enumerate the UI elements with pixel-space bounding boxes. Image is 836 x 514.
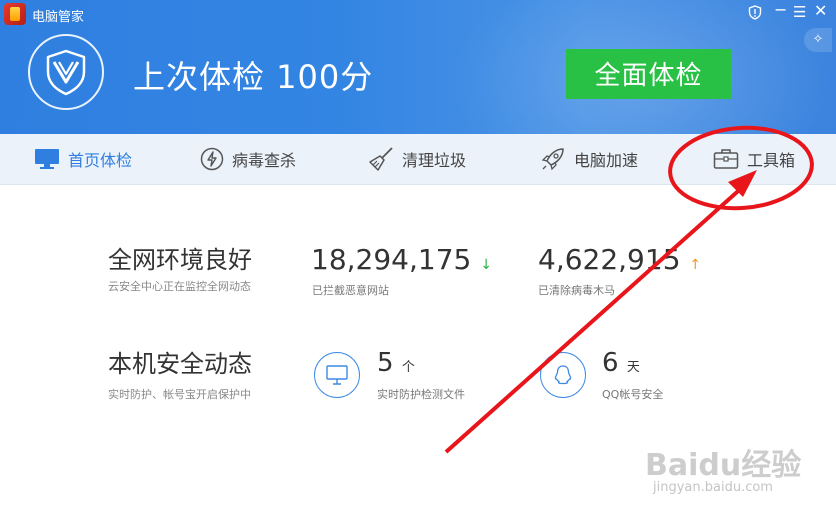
blocked-count-value: 18,294,175 bbox=[311, 243, 472, 276]
shield-logo bbox=[28, 34, 104, 110]
baidu-watermark: Baidu经验 bbox=[645, 448, 802, 483]
sparkle-icon[interactable]: ✧ bbox=[804, 28, 832, 52]
cleaned-virus-label: 已清除病毒木马 bbox=[538, 284, 615, 297]
files-unit: 个 bbox=[401, 360, 415, 375]
annotation-arrow-shaft bbox=[444, 182, 748, 454]
full-scan-button[interactable]: 全面体检 bbox=[566, 49, 731, 99]
qq-days-value: 6 bbox=[602, 348, 619, 378]
arrow-up-icon: ↑ bbox=[689, 257, 702, 273]
monitor-icon bbox=[326, 365, 348, 385]
protected-files-label: 实时防护检测文件 bbox=[377, 388, 465, 401]
qq-safe-label: QQ帐号安全 bbox=[602, 388, 664, 401]
monitor-circle-icon[interactable] bbox=[314, 352, 360, 398]
minimize-icon[interactable]: − bbox=[774, 1, 787, 19]
shield-v-icon bbox=[46, 49, 86, 96]
files-count-value: 5 bbox=[377, 348, 394, 378]
qq-circle-icon[interactable] bbox=[540, 352, 586, 398]
tab-toolbox[interactable]: 工具箱 bbox=[713, 134, 795, 184]
tab-virus-scan[interactable]: 病毒查杀 bbox=[200, 134, 296, 184]
network-status-subtitle: 云安全中心正在监控全网动态 bbox=[108, 280, 251, 293]
tab-speed-up[interactable]: 电脑加速 bbox=[540, 134, 638, 184]
app-logo-icon bbox=[4, 3, 26, 25]
tab-label: 工具箱 bbox=[747, 151, 796, 170]
protected-files-count: 5 个 bbox=[377, 348, 415, 378]
local-security-heading: 本机安全动态 bbox=[108, 350, 252, 378]
close-icon[interactable]: ✕ bbox=[814, 2, 827, 20]
arrow-down-icon: ↓ bbox=[480, 257, 492, 273]
blocked-sites-count: 18,294,175 ↓ bbox=[311, 243, 492, 276]
qq-days-unit: 天 bbox=[626, 360, 640, 375]
header-banner: 电脑管家 − ☰ ✕ ✧ 上次体检 100分 全面体检 bbox=[0, 0, 836, 134]
cleaned-virus-count: 4,622,915 ↑ bbox=[538, 243, 701, 276]
blocked-sites-label: 已拦截恶意网站 bbox=[312, 284, 389, 297]
local-security-subtitle: 实时防护、帐号宝开启保护中 bbox=[108, 388, 251, 401]
tab-label: 病毒查杀 bbox=[232, 151, 297, 170]
shield-icon[interactable] bbox=[748, 5, 762, 20]
monitor-icon bbox=[35, 149, 59, 169]
tab-clean-junk[interactable]: 清理垃圾 bbox=[368, 134, 466, 184]
menu-icon[interactable]: ☰ bbox=[793, 3, 806, 21]
qq-safe-days: 6 天 bbox=[602, 348, 640, 378]
main-tabbar: 首页体检 病毒查杀 清理垃圾 电脑加速 工具箱 bbox=[0, 134, 836, 185]
tab-label: 首页体检 bbox=[68, 151, 133, 170]
toolbox-icon bbox=[713, 149, 739, 169]
broom-icon bbox=[369, 147, 393, 171]
baidu-watermark-url: jingyan.baidu.com bbox=[653, 480, 773, 495]
network-status-heading: 全网环境良好 bbox=[108, 246, 252, 274]
qq-penguin-icon bbox=[554, 365, 572, 385]
tab-label: 电脑加速 bbox=[574, 151, 639, 170]
tab-label: 清理垃圾 bbox=[402, 151, 467, 170]
cleaned-count-value: 4,622,915 bbox=[538, 243, 681, 276]
tab-home-check[interactable]: 首页体检 bbox=[34, 134, 132, 184]
window-title: 电脑管家 bbox=[32, 10, 85, 25]
last-check-score: 上次体检 100分 bbox=[133, 58, 374, 96]
lightning-icon bbox=[200, 147, 224, 171]
rocket-icon bbox=[541, 148, 564, 171]
